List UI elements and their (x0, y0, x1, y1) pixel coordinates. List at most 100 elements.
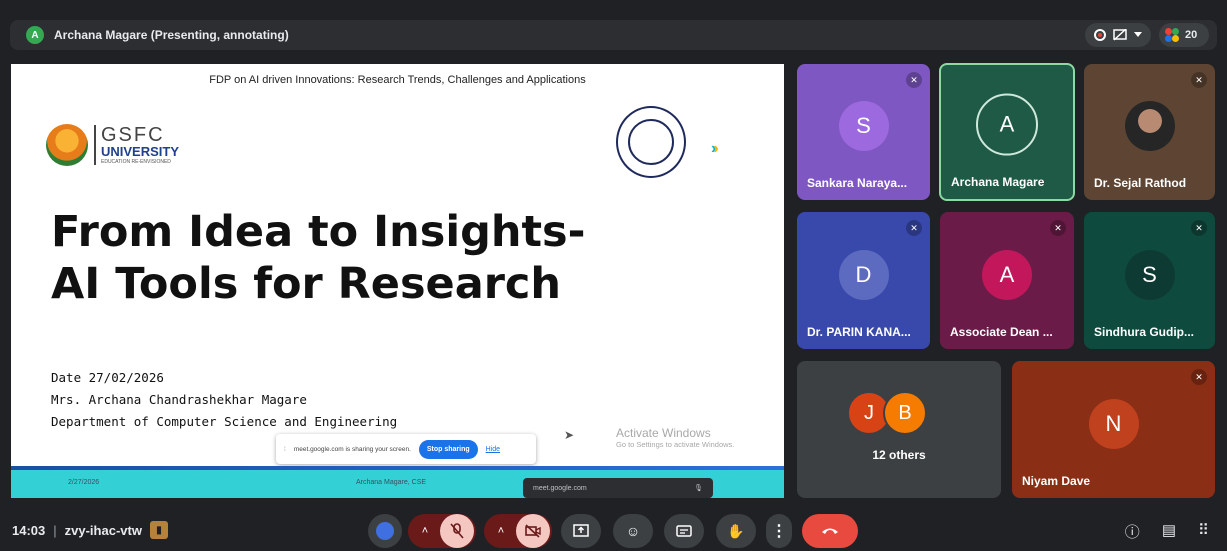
participant-tile-active-speaker[interactable]: A Archana Magare (939, 63, 1075, 201)
slide-department: Department of Computer Science and Engin… (51, 414, 398, 429)
tree-emblem-icon (46, 124, 88, 166)
leave-call-button[interactable] (802, 514, 858, 548)
more-options-button[interactable]: ⋮ (766, 514, 792, 548)
mic-off-icon (450, 523, 464, 539)
mouse-cursor-icon: ➤ (564, 428, 575, 442)
share-message: meet.google.com is sharing your screen. (293, 445, 411, 453)
logo-university: UNIVERSITY (101, 144, 180, 159)
separator: | (53, 522, 57, 538)
footer-date: 2/27/2026 (68, 479, 100, 486)
present-button[interactable] (561, 514, 601, 548)
watermark-title: Activate Windows (616, 426, 711, 440)
camera-off-icon (525, 524, 541, 538)
mic-options-chevron-icon[interactable]: ˄ (410, 525, 440, 537)
participant-name: Archana Magare (951, 175, 1045, 189)
shared-screen: FDP on AI driven Innovations: Research T… (11, 64, 784, 498)
right-controls: ⓘ ▤ ⠿ (1125, 521, 1209, 542)
hang-up-icon (822, 528, 838, 534)
logo-tagline: EDUCATION RE-ENVISIONED (101, 159, 171, 165)
participant-name: Sindhura Gudip... (1094, 325, 1194, 339)
participant-tile[interactable]: S ✕ Sankara Naraya... (797, 64, 930, 200)
mic-off-icon: ✕ (1191, 220, 1207, 236)
meeting-details-icon[interactable]: ⓘ (1125, 521, 1140, 542)
drag-handle-icon[interactable]: ⁞ (284, 446, 286, 453)
participant-name: Niyam Dave (1022, 474, 1091, 488)
record-icon (1094, 29, 1107, 41)
participant-tile[interactable]: N ✕ Niyam Dave (1012, 361, 1215, 498)
participant-name: Dr. PARIN KANA... (807, 325, 911, 339)
participant-tile[interactable]: ✕ Dr. Sejal Rathod (1084, 64, 1215, 200)
screen-share-notice: ⁞ meet.google.com is sharing your screen… (276, 434, 536, 464)
captions-icon (676, 525, 692, 537)
participants-button[interactable]: 20 (1159, 23, 1209, 47)
chevron-down-icon (1133, 32, 1142, 37)
slide-date: Date 27/02/2026 (51, 370, 164, 385)
slide-title-line1: From Idea to Insights- (51, 207, 586, 257)
logo-text: GSFC UNIVERSITY EDUCATION RE-ENVISIONED (94, 125, 179, 165)
slide-title: From Idea to Insights- AI Tools for Rese… (51, 206, 585, 310)
footer-name: Archana Magare, CSE (356, 479, 427, 486)
camera-off-button[interactable] (516, 514, 550, 548)
camera-control: ˄ (484, 514, 552, 548)
hand-icon: ✋ (727, 522, 745, 539)
others-tile[interactable]: J B 12 others (797, 361, 1001, 498)
mic-icon: 🎙 (694, 485, 703, 492)
association-seal-icon (616, 106, 686, 178)
slide-info: Date 27/02/2026 Mrs. Archana Chandrashek… (51, 367, 397, 433)
presenter-title: Archana Magare (Presenting, annotating) (54, 28, 289, 42)
breakout-room-icon[interactable]: ▮ (149, 521, 168, 539)
effects-button[interactable] (368, 514, 402, 548)
double-chevron-icon: ›› (711, 140, 719, 157)
activate-windows-watermark: Activate Windows Go to Settings to activ… (616, 426, 734, 449)
recording-options-button[interactable] (1085, 23, 1151, 47)
captions-button[interactable] (664, 514, 704, 548)
mic-off-icon: ✕ (906, 72, 922, 88)
avatar: S (838, 101, 889, 151)
chat-icon[interactable]: ▤ (1162, 521, 1176, 542)
mic-control: ˄ (408, 514, 476, 548)
mic-off-icon: ✕ (1191, 369, 1207, 385)
mic-off-icon: ✕ (1050, 220, 1066, 236)
participant-name: Sankara Naraya... (807, 176, 908, 190)
mini-share-popup[interactable]: meet.google.com 🎙 (523, 478, 713, 498)
stop-sharing-button[interactable]: Stop sharing (418, 439, 478, 459)
mic-off-icon: ✕ (1191, 72, 1207, 88)
camera-options-chevron-icon[interactable]: ˄ (486, 525, 516, 537)
avatar: B (883, 391, 927, 435)
activities-icon[interactable]: ⠿ (1198, 521, 1209, 542)
present-off-icon (1113, 29, 1127, 41)
avatar: A (982, 249, 1032, 300)
meeting-info: 14:03 | zvy-ihac-vtw ▮ (12, 521, 168, 539)
mic-off-icon: ✕ (906, 220, 922, 236)
effects-icon (376, 522, 394, 540)
meeting-code[interactable]: zvy-ihac-vtw (65, 523, 142, 538)
avatar: N (1088, 398, 1139, 449)
clock: 14:03 (12, 522, 46, 538)
present-screen-icon (573, 524, 589, 537)
avatar: D (838, 249, 889, 300)
people-icon (1165, 28, 1179, 42)
avatar: A (976, 93, 1038, 156)
profile-photo-avatar (1124, 101, 1175, 151)
presenter-avatar: A (26, 26, 44, 44)
top-right-controls: 20 (1085, 23, 1209, 47)
reactions-button[interactable]: ☺ (613, 514, 653, 548)
participant-tile[interactable]: D ✕ Dr. PARIN KANA... (797, 212, 930, 349)
watermark-subtitle: Go to Settings to activate Windows. (616, 440, 735, 449)
participant-name: Dr. Sejal Rathod (1094, 176, 1187, 190)
participant-name: Associate Dean ... (950, 325, 1053, 339)
avatar: S (1124, 249, 1175, 300)
participant-count: 20 (1185, 29, 1198, 41)
participant-tile[interactable]: S ✕ Sindhura Gudip... (1084, 212, 1215, 349)
slide-title-line2: AI Tools for Research (51, 259, 562, 309)
others-avatars: J B (847, 391, 927, 435)
mic-off-button[interactable] (440, 514, 474, 548)
others-label: 12 others (872, 448, 926, 462)
more-vert-icon: ⋮ (771, 523, 787, 540)
mini-popup-label: meet.google.com (533, 484, 587, 492)
participant-tile[interactable]: A ✕ Associate Dean ... (940, 212, 1074, 349)
university-logo: GSFC UNIVERSITY EDUCATION RE-ENVISIONED (46, 124, 179, 166)
raise-hand-button[interactable]: ✋ (716, 514, 756, 548)
hide-link[interactable]: Hide (486, 446, 500, 453)
emoji-icon: ☺ (625, 523, 641, 539)
